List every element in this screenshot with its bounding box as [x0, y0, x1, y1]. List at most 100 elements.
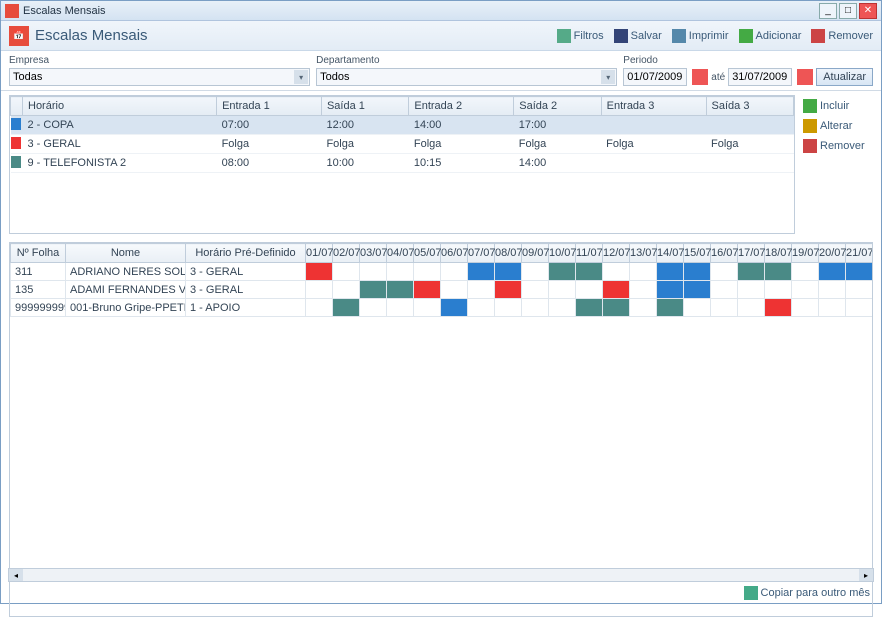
col-horario[interactable]: Horário: [23, 97, 217, 116]
day-cell[interactable]: [576, 299, 603, 317]
day-cell[interactable]: [333, 263, 360, 281]
day-cell[interactable]: [819, 281, 846, 299]
periodo-to-input[interactable]: 31/07/2009: [728, 68, 792, 86]
col-s3[interactable]: Saída 3: [706, 97, 793, 116]
col-day[interactable]: 04/07: [387, 244, 414, 263]
chevron-down-icon[interactable]: ▾: [601, 70, 615, 84]
col-day[interactable]: 03/07: [360, 244, 387, 263]
col-day[interactable]: 10/07: [549, 244, 576, 263]
day-cell[interactable]: [711, 263, 738, 281]
col-folha[interactable]: Nº Folha: [11, 244, 66, 263]
grid-wrapper[interactable]: Nº Folha Nome Horário Pré-Definido01/070…: [9, 242, 873, 617]
day-cell[interactable]: [846, 281, 873, 299]
day-cell[interactable]: [657, 263, 684, 281]
day-cell[interactable]: [684, 281, 711, 299]
day-cell[interactable]: [306, 281, 333, 299]
day-cell[interactable]: [819, 263, 846, 281]
day-cell[interactable]: [495, 263, 522, 281]
day-cell[interactable]: [792, 299, 819, 317]
day-cell[interactable]: [387, 281, 414, 299]
incluir-button[interactable]: Incluir: [803, 99, 873, 113]
schedule-row[interactable]: 3 - GERAL FolgaFolga FolgaFolga FolgaFol…: [11, 135, 794, 154]
col-day[interactable]: 21/07: [846, 244, 873, 263]
col-day[interactable]: 11/07: [576, 244, 603, 263]
col-e3[interactable]: Entrada 3: [601, 97, 706, 116]
day-cell[interactable]: [522, 281, 549, 299]
col-nome[interactable]: Nome: [66, 244, 186, 263]
col-day[interactable]: 13/07: [630, 244, 657, 263]
day-cell[interactable]: [630, 299, 657, 317]
day-cell[interactable]: [630, 263, 657, 281]
day-cell[interactable]: [792, 263, 819, 281]
day-cell[interactable]: [441, 299, 468, 317]
day-cell[interactable]: [603, 299, 630, 317]
day-cell[interactable]: [549, 263, 576, 281]
day-cell[interactable]: [576, 263, 603, 281]
day-cell[interactable]: [468, 299, 495, 317]
chevron-down-icon[interactable]: ▾: [294, 70, 308, 84]
departamento-select[interactable]: Todos▾: [316, 68, 617, 86]
day-cell[interactable]: [468, 281, 495, 299]
day-cell[interactable]: [414, 281, 441, 299]
schedule-row[interactable]: 9 - TELEFONISTA 2 08:0010:00 10:1514:00: [11, 154, 794, 173]
horizontal-scrollbar[interactable]: ◂ ▸: [8, 568, 874, 582]
scroll-left-button[interactable]: ◂: [9, 569, 23, 581]
col-day[interactable]: 20/07: [819, 244, 846, 263]
day-cell[interactable]: [603, 281, 630, 299]
periodo-from-input[interactable]: 01/07/2009: [623, 68, 687, 86]
grid-row[interactable]: 9999999999 001-Bruno Gripe-PPETROBR 1 - …: [11, 299, 873, 317]
col-e2[interactable]: Entrada 2: [409, 97, 514, 116]
day-cell[interactable]: [333, 281, 360, 299]
col-day[interactable]: 18/07: [765, 244, 792, 263]
day-cell[interactable]: [468, 263, 495, 281]
empresa-select[interactable]: Todas▾: [9, 68, 310, 86]
col-day[interactable]: 17/07: [738, 244, 765, 263]
day-cell[interactable]: [711, 281, 738, 299]
day-cell[interactable]: [738, 299, 765, 317]
col-day[interactable]: 02/07: [333, 244, 360, 263]
remover-button[interactable]: Remover: [811, 29, 873, 43]
col-day[interactable]: 08/07: [495, 244, 522, 263]
day-cell[interactable]: [846, 299, 873, 317]
scroll-right-button[interactable]: ▸: [859, 569, 873, 581]
day-cell[interactable]: [441, 263, 468, 281]
day-cell[interactable]: [360, 263, 387, 281]
col-day[interactable]: 09/07: [522, 244, 549, 263]
atualizar-button[interactable]: Atualizar: [816, 68, 873, 86]
minimize-button[interactable]: _: [819, 3, 837, 19]
day-cell[interactable]: [684, 263, 711, 281]
col-day[interactable]: 16/07: [711, 244, 738, 263]
day-cell[interactable]: [414, 299, 441, 317]
col-e1[interactable]: Entrada 1: [217, 97, 322, 116]
col-day[interactable]: 01/07: [306, 244, 333, 263]
day-cell[interactable]: [846, 263, 873, 281]
col-s2[interactable]: Saída 2: [514, 97, 601, 116]
day-cell[interactable]: [711, 299, 738, 317]
day-cell[interactable]: [495, 281, 522, 299]
day-cell[interactable]: [522, 263, 549, 281]
day-cell[interactable]: [522, 299, 549, 317]
adicionar-button[interactable]: Adicionar: [739, 29, 802, 43]
day-cell[interactable]: [549, 299, 576, 317]
day-cell[interactable]: [306, 263, 333, 281]
col-horario[interactable]: Horário Pré-Definido: [186, 244, 306, 263]
day-cell[interactable]: [603, 263, 630, 281]
alterar-button[interactable]: Alterar: [803, 119, 873, 133]
day-cell[interactable]: [819, 299, 846, 317]
col-day[interactable]: 14/07: [657, 244, 684, 263]
day-cell[interactable]: [414, 263, 441, 281]
remover-button[interactable]: Remover: [803, 139, 873, 153]
col-day[interactable]: 05/07: [414, 244, 441, 263]
day-cell[interactable]: [441, 281, 468, 299]
salvar-button[interactable]: Salvar: [614, 29, 662, 43]
schedule-row[interactable]: 2 - COPA 07:0012:00 14:0017:00: [11, 116, 794, 135]
col-s1[interactable]: Saída 1: [321, 97, 408, 116]
day-cell[interactable]: [738, 263, 765, 281]
day-cell[interactable]: [495, 299, 522, 317]
day-cell[interactable]: [576, 281, 603, 299]
imprimir-button[interactable]: Imprimir: [672, 29, 729, 43]
day-cell[interactable]: [792, 281, 819, 299]
calendar-icon[interactable]: [797, 69, 813, 85]
day-cell[interactable]: [765, 263, 792, 281]
day-cell[interactable]: [684, 299, 711, 317]
